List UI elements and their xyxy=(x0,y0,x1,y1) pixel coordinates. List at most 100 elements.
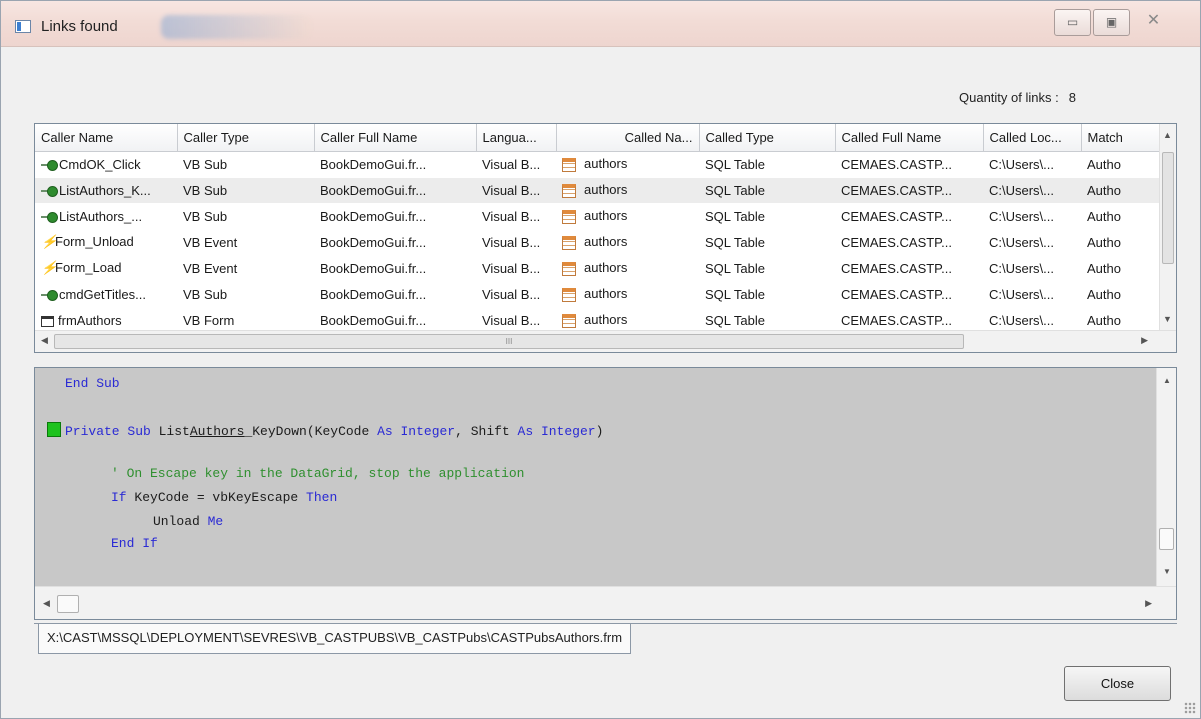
cell-language-text: Visual B... xyxy=(482,312,541,328)
scroll-right-icon[interactable]: ▶ xyxy=(1145,598,1152,609)
cell-called-location-text: C:\Users\... xyxy=(989,260,1055,276)
cell-caller-full-name-text: BookDemoGui.fr... xyxy=(320,260,427,276)
code-horizontal-scrollbar[interactable]: ◀ ▶ xyxy=(35,586,1176,619)
scroll-right-icon[interactable]: ▶ xyxy=(1141,335,1148,346)
cell-caller-type-text: VB Event xyxy=(183,260,238,276)
cell-match-text: Autho xyxy=(1087,234,1121,250)
table-row[interactable]: ListAuthors_... VB Sub BookDemoGui.fr... Vi… xyxy=(35,203,1160,229)
cell-caller-full-name: BookDemoGui.fr... xyxy=(314,203,476,229)
cell-caller-full-name-text: BookDemoGui.fr... xyxy=(320,286,427,302)
cell-called-full-name-text: CEMAES.CASTP... xyxy=(841,312,953,328)
cell-called-type-text: SQL Table xyxy=(705,182,765,198)
col-match[interactable]: Match xyxy=(1081,124,1161,152)
scroll-up-icon[interactable]: ▲ xyxy=(1163,130,1172,140)
code-hscroll-thumb[interactable] xyxy=(57,595,79,613)
quantity-value: 8 xyxy=(1068,90,1076,105)
cell-called-type-text: SQL Table xyxy=(705,156,765,172)
col-caller-name[interactable]: Caller Name xyxy=(35,124,178,152)
scroll-up-icon[interactable]: ▲ xyxy=(1163,376,1171,385)
maximize-button[interactable]: ▣ xyxy=(1093,9,1130,36)
cell-caller-type: VB Event xyxy=(177,229,314,255)
col-called-full-name[interactable]: Called Full Name xyxy=(835,124,984,152)
cell-called-name-text: authors xyxy=(584,182,628,198)
cell-language: Visual B... xyxy=(476,229,556,255)
links-found-window: Links found ▭ ▣ ✕ Quantity of links : 8 C… xyxy=(0,0,1201,719)
file-tab[interactable]: X:\CAST\MSSQL\DEPLOYMENT\SEVRES\VB_CASTP… xyxy=(38,624,632,654)
table-row[interactable]: ⚡Form_Load VB Event BookDemoGui.fr... Visua… xyxy=(35,255,1160,281)
cell-caller-name: ⚡Form_Load xyxy=(35,255,177,281)
cell-caller-full-name: BookDemoGui.fr... xyxy=(314,229,476,255)
cell-caller-name: CmdOK_Click xyxy=(35,151,177,177)
cell-called-name-text: authors xyxy=(584,286,628,302)
grid-hscroll-thumb[interactable]: III xyxy=(54,334,964,349)
code-vscroll-thumb[interactable] xyxy=(1159,528,1174,550)
cell-match: Autho xyxy=(1081,203,1160,229)
cell-match: Autho xyxy=(1081,151,1160,177)
grid-vertical-scrollbar[interactable]: ▲ ▼ xyxy=(1159,124,1176,330)
code-token: Then xyxy=(306,490,338,505)
table-row[interactable]: ⚡Form_Unload VB Event BookDemoGui.fr... Vis… xyxy=(35,229,1160,255)
window-icon xyxy=(15,20,31,33)
title-bar[interactable]: Links found ▭ ▣ ✕ xyxy=(1,1,1200,47)
cell-match-text: Autho xyxy=(1087,182,1121,198)
code-viewer[interactable]: End Sub Private Sub ListAuthors_KeyDown(… xyxy=(34,367,1177,620)
scroll-down-icon[interactable]: ▼ xyxy=(1163,567,1171,576)
scroll-down-icon[interactable]: ▼ xyxy=(1163,314,1172,324)
col-language[interactable]: Langua... xyxy=(476,124,557,152)
cell-called-location: C:\Users\... xyxy=(983,281,1081,307)
col-called-name[interactable]: Called Na... xyxy=(556,124,700,152)
resize-grip[interactable] xyxy=(1184,702,1196,714)
code-token: Integer xyxy=(400,424,456,439)
table-row[interactable]: cmdGetTitles... VB Sub BookDemoGui.fr... Vi… xyxy=(35,281,1160,307)
grid-vscroll-thumb[interactable] xyxy=(1162,152,1174,264)
cell-called-type: SQL Table xyxy=(699,229,835,255)
table-row[interactable]: CmdOK_Click VB Sub BookDemoGui.fr... Visual… xyxy=(35,151,1160,177)
grid-horizontal-scrollbar[interactable]: ◀ III ▶ xyxy=(35,330,1176,352)
sql-table-icon xyxy=(562,157,576,172)
code-vertical-scrollbar[interactable]: ▲ ▼ xyxy=(1156,368,1176,586)
col-caller-type[interactable]: Caller Type xyxy=(177,124,315,152)
table-row[interactable]: ListAuthors_K... VB Sub BookDemoGui.fr... V… xyxy=(35,177,1160,203)
cell-called-name-text: authors xyxy=(584,312,628,328)
cell-called-full-name: CEMAES.CASTP... xyxy=(835,281,983,307)
cell-caller-full-name-text: BookDemoGui.fr... xyxy=(320,234,427,250)
col-called-type[interactable]: Called Type xyxy=(699,124,836,152)
minimize-button[interactable]: ▭ xyxy=(1054,9,1091,36)
close-button[interactable]: Close xyxy=(1064,666,1171,701)
sql-table-icon xyxy=(562,261,576,276)
cell-called-location: C:\Users\... xyxy=(983,177,1081,203)
links-grid: Caller Name Caller Type Caller Full Name… xyxy=(34,123,1177,353)
sql-table-icon xyxy=(562,235,576,250)
close-window-button[interactable]: ✕ xyxy=(1135,9,1172,36)
cell-caller-full-name-text: BookDemoGui.fr... xyxy=(320,208,427,224)
cell-caller-type: VB Sub xyxy=(177,177,314,203)
cell-called-type-text: SQL Table xyxy=(705,312,765,328)
cell-caller-type: VB Sub xyxy=(177,151,314,177)
code-token: As xyxy=(377,424,393,439)
title-bar-decoration xyxy=(161,15,311,39)
cell-called-full-name-text: CEMAES.CASTP... xyxy=(841,234,953,250)
cell-called-name: authors xyxy=(556,255,699,281)
cell-caller-name: ListAuthors_K... xyxy=(35,177,177,203)
scroll-left-icon[interactable]: ◀ xyxy=(41,335,48,346)
cell-language-text: Visual B... xyxy=(482,234,541,250)
col-caller-full-name[interactable]: Caller Full Name xyxy=(314,124,477,152)
col-called-location[interactable]: Called Loc... xyxy=(983,124,1082,152)
cell-called-full-name: CEMAES.CASTP... xyxy=(835,177,983,203)
vb-sub-icon xyxy=(41,160,58,172)
cell-caller-name: ⚡Form_Unload xyxy=(35,229,177,255)
cell-caller-type-text: VB Sub xyxy=(183,208,228,224)
sql-table-icon xyxy=(562,287,576,302)
vb-event-icon: ⚡ xyxy=(41,234,58,250)
cell-caller-type: VB Sub xyxy=(177,203,314,229)
cell-caller-full-name: BookDemoGui.fr... xyxy=(314,177,476,203)
cell-called-full-name-text: CEMAES.CASTP... xyxy=(841,208,953,224)
cell-caller-name: cmdGetTitles... xyxy=(35,281,177,307)
code-token: ) xyxy=(595,424,604,439)
cell-called-name-text: authors xyxy=(584,234,628,250)
cell-language-text: Visual B... xyxy=(482,156,541,172)
scroll-left-icon[interactable]: ◀ xyxy=(43,598,50,609)
cell-called-location-text: C:\Users\... xyxy=(989,234,1055,250)
cell-called-type: SQL Table xyxy=(699,151,835,177)
